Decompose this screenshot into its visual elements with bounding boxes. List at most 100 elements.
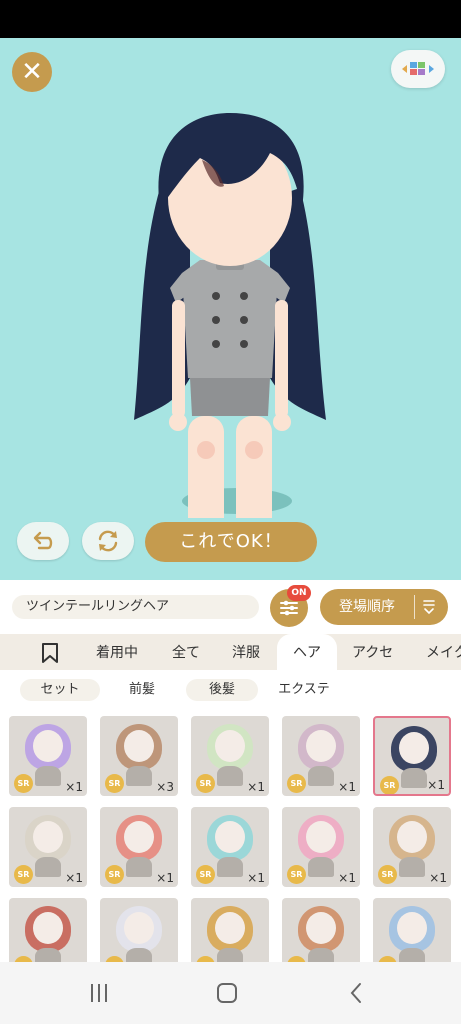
thumbnail-face xyxy=(399,732,429,764)
item-count: ×1 xyxy=(338,871,356,885)
status-bar xyxy=(0,0,461,38)
thumbnail-bust xyxy=(35,857,61,877)
thumbnail-bust xyxy=(308,766,334,786)
thumbnail-face xyxy=(306,730,336,762)
item-grid: SR ×1 SR ×3 SR ×1 SR ×1 SR ×1 SR ×1 SR ×1 SR ×1 SR ×1 SR ×1… xyxy=(0,710,461,962)
thumbnail-face xyxy=(124,821,154,853)
back-icon[interactable] xyxy=(346,982,368,1004)
sort-order-icon xyxy=(423,600,435,615)
thumbnail-bust xyxy=(35,766,61,786)
thumbnail-bust xyxy=(126,857,152,877)
undo-button[interactable] xyxy=(17,522,69,560)
rarity-badge: SR xyxy=(287,774,306,793)
thumbnail-bust xyxy=(308,857,334,877)
thumbnail-bust xyxy=(217,948,243,962)
rarity-badge: SR xyxy=(196,774,215,793)
tab-makeup[interactable]: メイク xyxy=(426,634,461,670)
filter-bar: ツインテールリングヘア ON 登場順序 xyxy=(0,580,461,634)
hair-item-card[interactable]: SR xyxy=(191,898,269,962)
system-nav-bar xyxy=(0,962,461,1024)
rarity-badge: SR xyxy=(287,865,306,884)
thumbnail-face xyxy=(397,912,427,944)
home-icon[interactable] xyxy=(216,982,238,1004)
tab-hair[interactable]: ヘア xyxy=(277,634,337,670)
thumbnail-face xyxy=(215,821,245,853)
category-tabs: 着用中 全て 洋服 ヘア アクセ メイク xyxy=(0,634,461,670)
tab-clothes[interactable]: 洋服 xyxy=(232,634,260,670)
rotate-icon xyxy=(98,530,118,552)
close-icon: ✕ xyxy=(21,57,43,87)
sort-divider xyxy=(414,595,415,619)
rotate-button[interactable] xyxy=(82,522,134,560)
rarity-badge: SR xyxy=(105,865,124,884)
rarity-badge: SR xyxy=(196,865,215,884)
item-count: ×1 xyxy=(338,780,356,794)
thumbnail-face xyxy=(33,730,63,762)
hair-item-card[interactable]: SR xyxy=(373,898,451,962)
hair-item-card[interactable]: SR ×1 xyxy=(9,716,87,796)
bookmark-icon[interactable] xyxy=(40,642,60,664)
thumbnail-bust xyxy=(401,768,427,788)
hair-item-card[interactable]: SR ×1 xyxy=(191,807,269,887)
hair-item-card[interactable]: SR ×1 xyxy=(373,807,451,887)
close-button[interactable]: ✕ xyxy=(12,52,52,92)
tab-wearing[interactable]: 着用中 xyxy=(96,634,138,670)
subtab-extensions[interactable]: エクステ xyxy=(270,679,338,701)
hair-item-card[interactable]: SR ×1 xyxy=(282,807,360,887)
sliders-icon xyxy=(280,600,298,616)
thumbnail-bust xyxy=(126,766,152,786)
thumbnail-bust xyxy=(399,948,425,962)
thumbnail-bust xyxy=(308,948,334,962)
hair-item-card[interactable]: SR ×1 xyxy=(373,716,451,796)
hair-item-card[interactable]: SR ×3 xyxy=(100,716,178,796)
tab-accessories[interactable]: アクセ xyxy=(352,634,393,670)
thumbnail-face xyxy=(124,730,154,762)
item-count: ×1 xyxy=(156,871,174,885)
thumbnail-face xyxy=(306,821,336,853)
undo-icon xyxy=(33,531,53,550)
thumbnail-face xyxy=(397,821,427,853)
item-count: ×1 xyxy=(65,780,83,794)
confirm-button[interactable]: これでOK！ xyxy=(145,522,317,562)
item-count: ×1 xyxy=(247,780,265,794)
item-count: ×1 xyxy=(65,871,83,885)
thumbnail-face xyxy=(33,912,63,944)
thumbnail-face xyxy=(215,912,245,944)
subtab-bangs[interactable]: 前髪 xyxy=(112,679,172,701)
avatar-figure xyxy=(134,113,326,518)
rarity-badge: SR xyxy=(105,774,124,793)
thumbnail-face xyxy=(306,912,336,944)
thumbnail-face xyxy=(124,912,154,944)
item-count: ×1 xyxy=(247,871,265,885)
filter-on-badge: ON xyxy=(287,585,311,601)
item-count: ×1 xyxy=(429,871,447,885)
hair-item-card[interactable]: SR ×1 xyxy=(100,807,178,887)
avatar-stage: ✕ これでOK！ xyxy=(0,38,461,580)
sort-label: 登場順序 xyxy=(339,599,395,615)
hair-item-card[interactable]: SR ×1 xyxy=(191,716,269,796)
thumbnail-face xyxy=(33,821,63,853)
item-count: ×1 xyxy=(427,778,445,792)
grid-icon xyxy=(402,62,434,75)
hair-item-card[interactable]: SR ×1 xyxy=(9,807,87,887)
hair-item-card[interactable]: SR ×1 xyxy=(282,716,360,796)
layout-toggle-button[interactable] xyxy=(391,50,445,88)
sort-button[interactable]: 登場順序 xyxy=(320,589,448,625)
hair-item-card[interactable]: SR xyxy=(100,898,178,962)
rarity-badge: SR xyxy=(14,774,33,793)
subtab-set[interactable]: セット xyxy=(20,679,100,701)
thumbnail-face xyxy=(215,730,245,762)
hair-item-card[interactable]: SR xyxy=(282,898,360,962)
rarity-badge: SR xyxy=(378,865,397,884)
recent-apps-icon[interactable] xyxy=(88,982,110,1004)
item-count: ×3 xyxy=(156,780,174,794)
thumbnail-bust xyxy=(217,857,243,877)
tab-all[interactable]: 全て xyxy=(172,634,200,670)
thumbnail-bust xyxy=(126,948,152,962)
hair-item-card[interactable]: SR xyxy=(9,898,87,962)
thumbnail-bust xyxy=(35,948,61,962)
item-name-label: ツインテールリングヘア xyxy=(12,595,259,619)
hair-subtabs: セット 前髪 後髪 エクステ xyxy=(0,670,461,710)
subtab-back-hair[interactable]: 後髪 xyxy=(186,679,258,701)
rarity-badge: SR xyxy=(14,865,33,884)
